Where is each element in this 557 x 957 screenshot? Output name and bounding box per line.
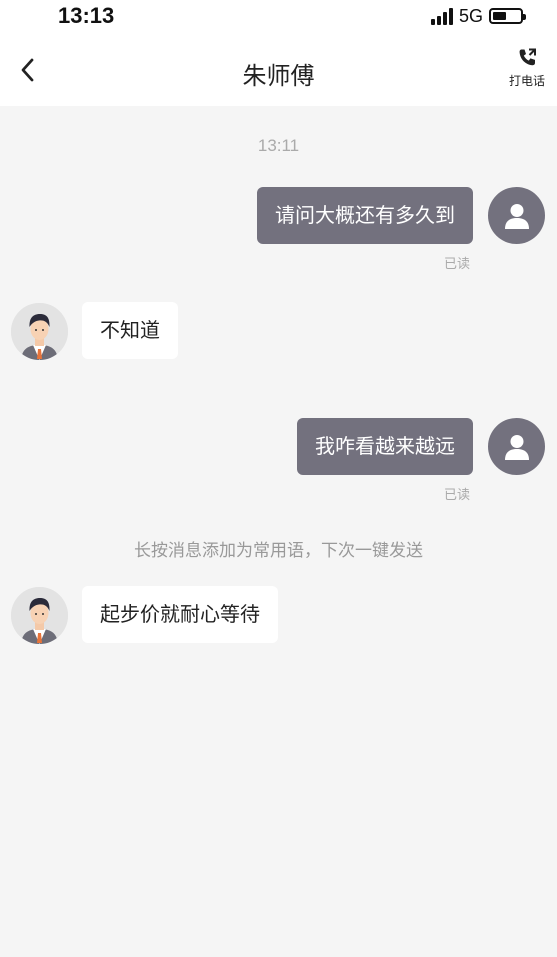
user-icon [504,434,529,460]
chat-screen: 13:13 5G 朱师傅 打电话 13:11 请问大概还有多久到 已读 不知道 … [0,0,557,957]
my-avatar[interactable] [488,418,545,475]
phone-icon [519,48,536,66]
battery-icon [489,8,526,24]
driver-avatar-icon [11,587,68,644]
status-bar: 13:13 5G [0,0,557,34]
message-bubble-driver[interactable]: 不知道 [82,302,178,359]
message-bubble-me[interactable]: 请问大概还有多久到 [257,187,473,244]
driver-avatar[interactable] [11,303,68,360]
driver-avatar-icon [11,303,68,360]
read-receipt: 已读 [444,488,471,503]
driver-avatar[interactable] [11,587,68,644]
status-time: 13:13 [58,3,115,28]
message-bubble-me[interactable]: 我咋看越来越远 [297,418,473,475]
user-icon [504,203,529,229]
nav-bar: 朱师傅 打电话 [0,34,557,106]
chat-timestamp: 13:11 [257,136,300,155]
page-title: 朱师傅 [242,62,315,90]
message-bubble-driver[interactable]: 起步价就耐心等待 [82,586,278,643]
status-icons: 5G [430,5,526,26]
call-label: 打电话 [508,74,545,88]
system-hint: 长按消息添加为常用语，下次一键发送 [134,541,423,561]
my-avatar[interactable] [488,187,545,244]
read-receipt: 已读 [444,257,471,272]
call-button[interactable]: 打电话 [505,46,549,96]
signal-icon [430,7,453,25]
network-label: 5G [458,5,483,26]
